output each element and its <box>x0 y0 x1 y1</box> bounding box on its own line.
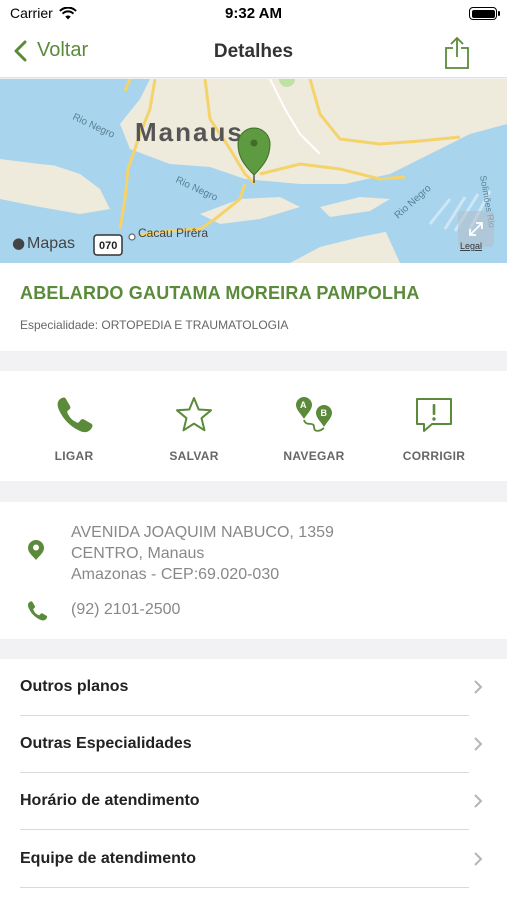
menu-item-care-team[interactable]: Equipe de atendimento <box>0 831 507 888</box>
address-line3: Amazonas - CEP:69.020-030 <box>71 566 280 583</box>
divider <box>20 887 469 888</box>
legal-link[interactable]: Legal <box>460 241 482 251</box>
menu-item-other-specialties[interactable]: Outras Especialidades <box>0 716 507 773</box>
share-button[interactable] <box>444 36 470 75</box>
maps-apple-icon: ● <box>12 234 25 252</box>
chevron-right-icon <box>474 852 483 866</box>
map-place-label: Cacau Pirêra <box>138 226 208 240</box>
chevron-right-icon <box>474 737 483 751</box>
menu-item-label: Outros planos <box>20 678 129 695</box>
svg-text:B: B <box>321 408 328 418</box>
divider <box>20 829 469 830</box>
svg-text:A: A <box>300 400 307 410</box>
call-button[interactable]: LIGAR <box>19 393 129 463</box>
phone-small-icon <box>27 601 48 621</box>
details-menu: Outros planos Outras Especialidades Horá… <box>0 659 507 900</box>
location-marker-icon <box>28 540 44 560</box>
chevron-right-icon <box>474 680 483 694</box>
address-line2: CENTRO, Manaus <box>71 545 205 562</box>
report-button[interactable]: CORRIGIR <box>379 393 489 463</box>
maps-brand-label: Mapas <box>27 235 75 252</box>
star-icon <box>176 397 212 432</box>
phone-number[interactable]: (92) 2101-2500 <box>71 601 180 619</box>
clock: 9:32 AM <box>225 5 282 22</box>
menu-item-other-plans[interactable]: Outros planos <box>0 659 507 716</box>
report-icon <box>416 398 452 432</box>
address-block[interactable]: AVENIDA JOAQUIM NABUCO, 1359 CENTRO, Man… <box>71 522 334 585</box>
actions-bar: LIGAR SALVAR A B NAVEGAR CORRIGIR <box>0 371 507 481</box>
route-icon: A B <box>296 397 332 432</box>
navigate-label: NAVEGAR <box>283 449 345 463</box>
call-label: LIGAR <box>54 449 94 463</box>
battery-icon <box>469 7 500 20</box>
menu-item-label: Equipe de atendimento <box>20 850 197 867</box>
navigation-bar: Voltar Detalhes <box>0 28 507 78</box>
status-bar: Carrier 9:32 AM <box>0 0 507 28</box>
provider-header: ABELARDO GAUTAMA MOREIRA PAMPOLHA Especi… <box>0 263 507 351</box>
provider-specialty: Especialidade: ORTOPEDIA E TRAUMATOLOGIA <box>20 318 289 332</box>
menu-item-label: Outras Especialidades <box>20 735 192 752</box>
navigate-button[interactable]: A B NAVEGAR <box>259 393 369 463</box>
road-shield-label: 070 <box>99 240 117 252</box>
map-city-label: Manaus <box>135 117 244 147</box>
save-button[interactable]: SALVAR <box>139 393 249 463</box>
share-icon <box>445 36 469 69</box>
contact-info: AVENIDA JOAQUIM NABUCO, 1359 CENTRO, Man… <box>0 502 507 639</box>
save-label: SALVAR <box>169 449 219 463</box>
chevron-right-icon <box>474 794 483 808</box>
phone-icon <box>57 397 93 433</box>
menu-item-opening-hours[interactable]: Horário de atendimento <box>0 773 507 830</box>
provider-name: ABELARDO GAUTAMA MOREIRA PAMPOLHA <box>20 283 420 303</box>
page-title: Detalhes <box>213 41 294 62</box>
address-line1: AVENIDA JOAQUIM NABUCO, 1359 <box>71 524 334 541</box>
menu-item-label: Horário de atendimento <box>20 792 200 809</box>
location-map[interactable]: Manaus Rio Negro Rio Negro Rio Negro Sol… <box>0 79 507 263</box>
report-label: CORRIGIR <box>402 449 466 463</box>
